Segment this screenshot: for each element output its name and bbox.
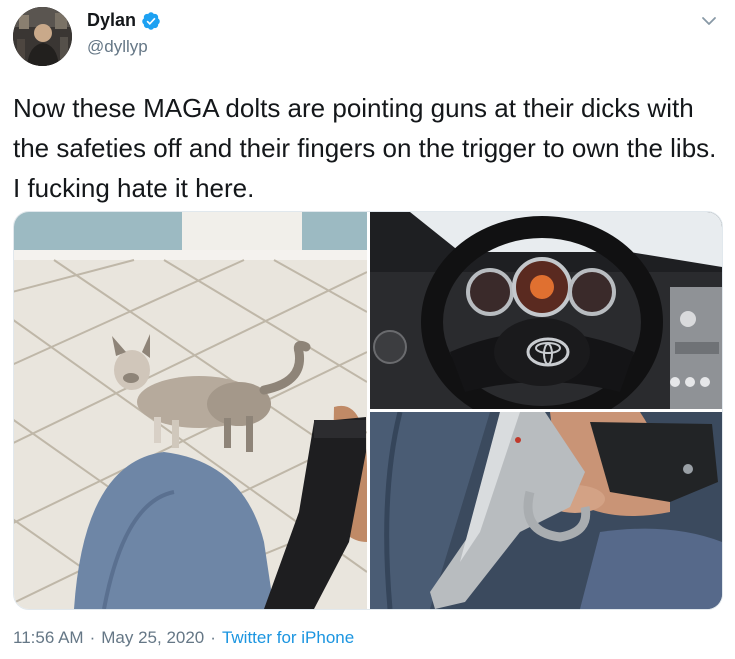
photo-silver-pistol-in-hand-image — [370, 412, 722, 609]
chevron-down-icon[interactable] — [700, 12, 718, 30]
display-name-text: Dylan — [87, 10, 137, 30]
display-name[interactable]: Dylan — [87, 10, 161, 31]
media-grid — [13, 211, 723, 610]
tweet-text: Now these MAGA dolts are pointing guns a… — [13, 93, 717, 203]
meta-separator: · — [210, 628, 216, 647]
photo-cat-with-pistol[interactable] — [14, 212, 367, 609]
avatar-image — [13, 7, 72, 66]
photo-toyota-steering-wheel-image — [370, 212, 722, 409]
user-handle[interactable]: @dyllyp — [87, 37, 148, 57]
tweet-time[interactable]: 11:56 AM — [13, 628, 84, 648]
photo-cat-with-pistol-image — [14, 212, 367, 609]
photo-toyota-steering-wheel[interactable] — [370, 212, 722, 409]
verified-badge-icon — [142, 11, 160, 30]
tweet-date[interactable]: May 25, 2020 — [101, 628, 204, 648]
avatar[interactable] — [13, 7, 72, 66]
tweet-meta: 11:56 AM · May 25, 2020 · Twitter for iP… — [13, 628, 354, 648]
photo-silver-pistol-in-hand[interactable] — [370, 412, 722, 609]
meta-separator: · — [89, 628, 96, 647]
tweet-source-link[interactable]: Twitter for iPhone — [222, 628, 354, 648]
